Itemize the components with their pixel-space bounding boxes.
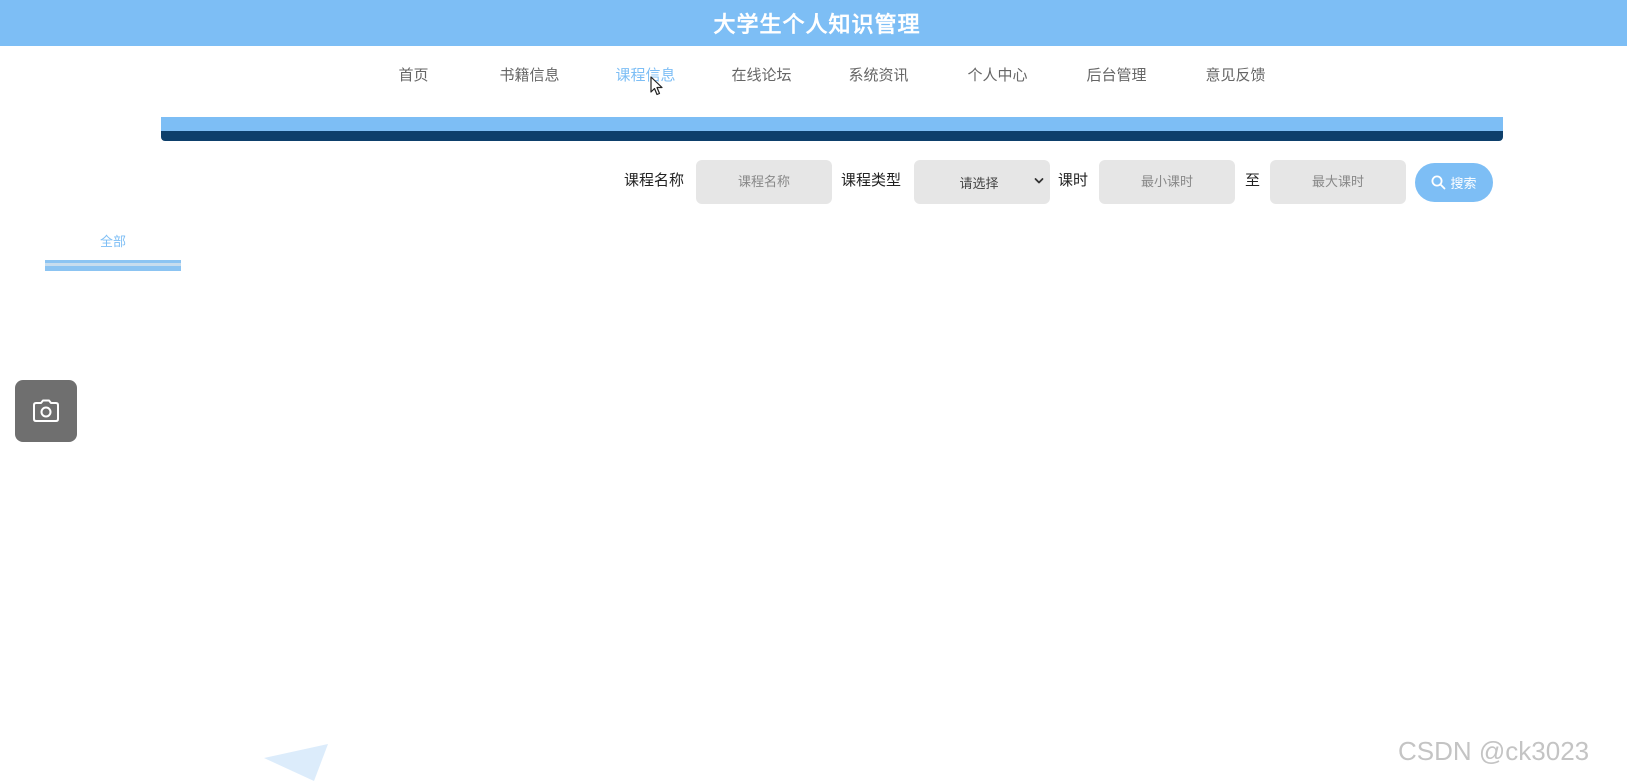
header-divider-band <box>161 117 1503 141</box>
course-type-selected-value: 请选择 <box>959 177 999 192</box>
nav-label: 后台管理 <box>1086 66 1147 84</box>
search-bar: 课程名称 课程类型 请选择 课时 至 搜索 <box>0 158 1627 204</box>
divider-band-dark <box>161 131 1503 141</box>
main-nav: 首页 书籍信息 课程信息 在线论坛 系统资讯 个人中心 后台管理 意见反馈 <box>0 46 1627 126</box>
search-icon <box>1431 175 1446 190</box>
nav-label: 个人中心 <box>967 66 1028 84</box>
nav-item-forum[interactable]: 在线论坛 <box>708 66 815 126</box>
chevron-down-icon <box>1034 178 1044 184</box>
mouse-cursor-icon <box>650 76 663 96</box>
nav-item-feedback[interactable]: 意见反馈 <box>1182 66 1289 126</box>
nav-item-courses[interactable]: 课程信息 <box>592 66 699 126</box>
nav-label: 首页 <box>398 66 429 84</box>
course-type-label: 课程类型 <box>841 171 902 189</box>
category-label: 全部 <box>99 235 126 250</box>
watermark: CSDN @ck3023 <box>1398 736 1590 766</box>
course-type-select[interactable]: 请选择 <box>914 160 1050 204</box>
course-name-label: 课程名称 <box>624 171 685 189</box>
category-underline <box>45 260 181 271</box>
search-button-label: 搜索 <box>1450 177 1477 192</box>
range-separator: 至 <box>1245 171 1261 189</box>
nav-item-admin[interactable]: 后台管理 <box>1063 66 1170 126</box>
search-button[interactable]: 搜索 <box>1415 163 1493 202</box>
hours-label: 课时 <box>1058 171 1089 189</box>
nav-item-home[interactable]: 首页 <box>360 66 467 126</box>
divider-band-light <box>161 117 1503 131</box>
top-banner: 大学生个人知识管理 <box>0 0 1627 46</box>
nav-label: 在线论坛 <box>731 66 792 84</box>
nav-item-books[interactable]: 书籍信息 <box>476 66 583 126</box>
nav-label: 课程信息 <box>615 66 676 84</box>
site-title: 大学生个人知识管理 <box>713 13 921 38</box>
nav-label: 书籍信息 <box>499 66 560 84</box>
decorative-shape <box>264 744 328 781</box>
nav-label: 系统资讯 <box>848 66 909 84</box>
category-item-all[interactable]: 全部 <box>45 234 181 272</box>
nav-label: 意见反馈 <box>1205 66 1266 84</box>
course-name-input[interactable] <box>696 160 832 204</box>
min-hours-input[interactable] <box>1099 160 1235 204</box>
max-hours-input[interactable] <box>1270 160 1406 204</box>
nav-item-news[interactable]: 系统资讯 <box>825 66 932 126</box>
screenshot-button[interactable] <box>15 380 77 442</box>
nav-item-profile[interactable]: 个人中心 <box>944 66 1051 126</box>
camera-icon <box>33 399 59 422</box>
